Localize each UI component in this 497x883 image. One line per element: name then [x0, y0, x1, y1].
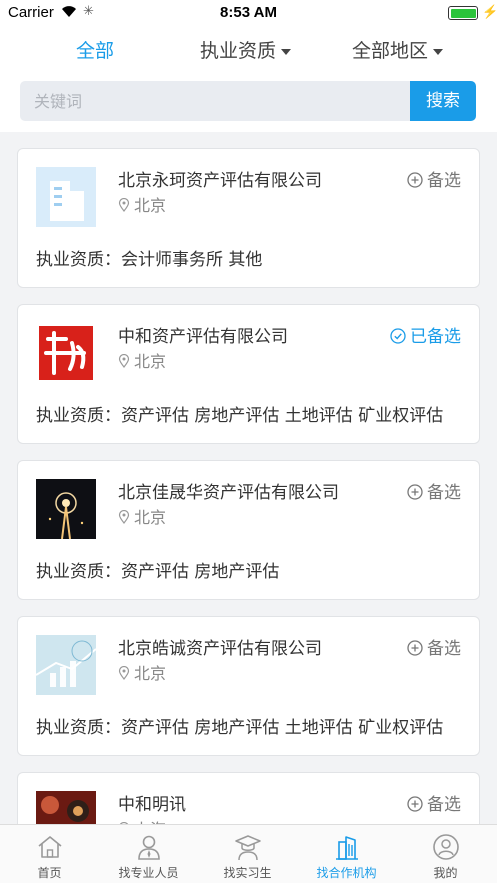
add-favorite-button[interactable]: 备选 [407, 790, 461, 815]
building-logo [36, 167, 96, 227]
status-bar: Carrier ✳ 8:53 AM ⚡ [0, 0, 497, 26]
plus-circle-icon [407, 484, 423, 500]
add-favorite-button[interactable]: 备选 [407, 634, 461, 659]
institution-card[interactable]: 中和明讯 上海 备选 [17, 772, 480, 824]
institution-card[interactable]: 北京皓诚资产评估有限公司 北京 备选 执业资质：资产评估 房地产评估 土地评估 … [17, 616, 480, 756]
plus-circle-icon [407, 640, 423, 656]
qualifications-text: 执业资质：资产评估 房地产评估 [36, 562, 280, 582]
battery-icon [448, 6, 478, 20]
charging-bolt-icon: ⚡ [482, 4, 497, 19]
tab-label: 找实习生 [223, 866, 272, 880]
location-text: 北京 [134, 352, 167, 371]
location-pin-icon [118, 666, 130, 680]
plus-circle-icon [407, 796, 423, 812]
institution-card[interactable]: 中和资产评估有限公司 北京 已备选 执业资质：资产评估 房地产评估 土地评估 矿… [17, 304, 480, 444]
institution-location: 北京 [118, 504, 166, 528]
location-pin-icon [118, 198, 130, 212]
search-input[interactable] [20, 81, 411, 121]
plus-circle-icon [407, 172, 423, 188]
search-button[interactable]: 搜索 [410, 81, 476, 121]
location-text: 北京 [134, 664, 167, 683]
tab-home[interactable]: 首页 [0, 825, 99, 883]
location-text: 北京 [134, 196, 167, 215]
filter-qualification-dropdown[interactable]: 执业资质 [200, 36, 292, 63]
add-favorite-button[interactable]: 备选 [407, 478, 461, 503]
search-row: 搜索 [0, 72, 497, 132]
tab-find-institutions[interactable]: 找合作机构 [297, 825, 396, 883]
tab-find-interns[interactable]: 找实习生 [198, 825, 297, 883]
tab-mine[interactable]: 我的 [396, 825, 495, 883]
institution-location: 北京 [118, 192, 166, 216]
paisley-pattern-logo [36, 791, 96, 824]
person-icon [137, 835, 160, 860]
institution-list[interactable]: 北京永珂资产评估有限公司 北京 备选 执业资质：会计师事务所 其他 中和资产评估… [0, 132, 497, 824]
institution-location: 北京 [118, 348, 166, 372]
filter-bar: 全部 执业资质 全部地区 [0, 26, 497, 72]
tower-night-photo [36, 479, 96, 539]
caret-down-icon [433, 48, 444, 55]
filter-all-label: 全部 [76, 40, 115, 62]
status-time: 8:53 AM [220, 4, 277, 21]
filter-all[interactable]: 全部 [76, 36, 114, 63]
institution-card[interactable]: 北京佳晟华资产评估有限公司 北京 备选 执业资质：资产评估 房地产评估 [17, 460, 480, 600]
institution-location: 上海 [118, 816, 166, 824]
location-text: 北京 [134, 508, 167, 527]
profile-icon [432, 834, 459, 860]
qualifications-text: 执业资质：资产评估 房地产评估 土地评估 矿业权评估 [36, 406, 444, 426]
tab-label: 首页 [37, 866, 62, 880]
favorite-label: 已备选 [410, 327, 461, 347]
favorite-label: 备选 [427, 171, 461, 191]
remove-favorite-button[interactable]: 已备选 [390, 322, 461, 347]
favorite-label: 备选 [427, 483, 461, 503]
institution-name: 北京皓诚资产评估有限公司 [118, 639, 322, 659]
check-circle-icon [390, 328, 406, 344]
tab-find-professionals[interactable]: 找专业人员 [99, 825, 198, 883]
add-favorite-button[interactable]: 备选 [407, 166, 461, 191]
institution-name: 中和明讯 [118, 795, 186, 815]
filter-region-dropdown[interactable]: 全部地区 [352, 36, 444, 63]
home-icon [37, 836, 62, 858]
filter-qualification-label: 执业资质 [200, 40, 277, 62]
filter-region-label: 全部地区 [352, 40, 429, 62]
institution-name: 北京永珂资产评估有限公司 [118, 171, 322, 191]
bottom-tab-bar: 首页 找专业人员 找实习生 找合作机构 我的 [0, 824, 497, 883]
chart-graphic-logo [36, 635, 96, 695]
graduate-icon [234, 835, 261, 861]
location-pin-icon [118, 354, 130, 368]
tab-label: 找合作机构 [316, 866, 377, 880]
qualifications-text: 执业资质：会计师事务所 其他 [36, 250, 263, 270]
location-pin-icon [118, 510, 130, 524]
institution-name: 中和资产评估有限公司 [118, 327, 288, 347]
tab-label: 找专业人员 [118, 866, 179, 880]
buildings-icon [335, 836, 358, 860]
institution-location: 北京 [118, 660, 166, 684]
favorite-label: 备选 [427, 639, 461, 659]
caret-down-icon [281, 48, 292, 55]
qualifications-text: 执业资质：资产评估 房地产评估 土地评估 矿业权评估 [36, 718, 444, 738]
favorite-label: 备选 [427, 795, 461, 815]
institution-card[interactable]: 北京永珂资产评估有限公司 北京 备选 执业资质：会计师事务所 其他 [17, 148, 480, 288]
institution-name: 北京佳晟华资产评估有限公司 [118, 483, 339, 503]
tab-label: 我的 [433, 866, 458, 880]
zhonghe-calligraphy-logo [36, 323, 96, 383]
